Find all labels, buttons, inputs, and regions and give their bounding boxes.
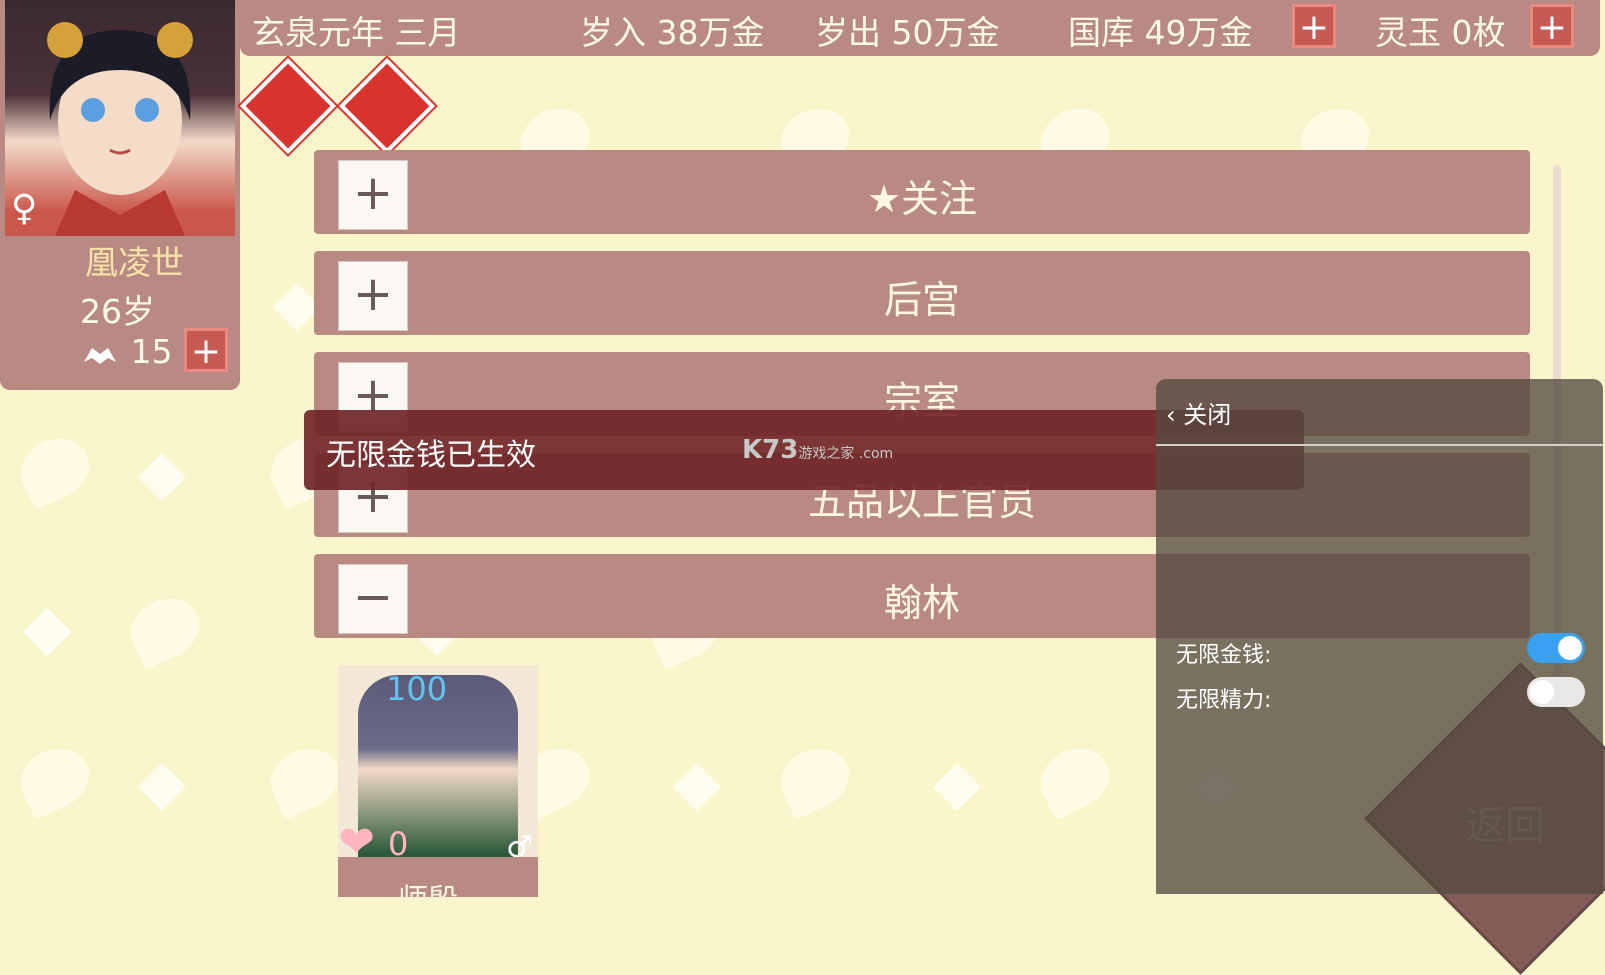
list-row-focus[interactable]: + ★关注: [314, 150, 1530, 234]
toggle-knob: [1558, 636, 1582, 660]
infinite-energy-toggle[interactable]: [1527, 677, 1585, 707]
official-card[interactable]: 100 ❤ 0 ♂ 师殷: [338, 665, 538, 897]
character-name: 凰凌世: [85, 243, 184, 282]
add-jade-button[interactable]: +: [1530, 4, 1574, 48]
character-power: 15: [80, 332, 173, 371]
empress-portrait: ♀: [5, 0, 235, 236]
toast-notification: 无限金钱已生效 K73游戏之家 .com: [304, 410, 1304, 490]
toggle-knob: [1530, 680, 1554, 704]
income-label: 岁入 38万金: [580, 13, 765, 52]
list-row-harem[interactable]: + 后宫: [314, 251, 1530, 335]
favor-value: 100: [386, 670, 448, 708]
expense-label: 岁出 50万金: [815, 13, 1000, 52]
watermark: K73游戏之家 .com: [742, 435, 894, 465]
infinite-money-label: 无限金钱:: [1176, 643, 1272, 668]
infinite-energy-label: 无限精力:: [1176, 688, 1272, 713]
add-power-button[interactable]: +: [184, 328, 228, 372]
close-label: 关闭: [1183, 401, 1232, 429]
jade-label: 灵玉 0枚: [1375, 13, 1506, 52]
chevron-left-icon: ‹: [1166, 401, 1176, 429]
power-value: 15: [130, 332, 173, 371]
row-label: ★关注: [866, 177, 978, 221]
official-name: 师殷: [398, 875, 458, 897]
strength-icon: [80, 339, 120, 369]
cheat-panel-header: ‹ 关闭: [1156, 379, 1603, 446]
player-character-card[interactable]: ♀ 凰凌世 26岁 15 +: [0, 0, 240, 390]
character-age: 26岁: [80, 292, 155, 331]
infinite-money-toggle[interactable]: [1527, 633, 1585, 663]
cheat-panel: ‹ 关闭 无限金钱: 无限精力:: [1156, 379, 1603, 894]
row-label: 后宫: [883, 278, 960, 322]
toast-message: 无限金钱已生效: [326, 438, 536, 473]
female-icon: ♀: [11, 188, 38, 229]
close-cheat-button[interactable]: ‹ 关闭: [1166, 395, 1231, 430]
resource-bar: 玄泉元年 三月 岁入 38万金 岁出 50万金 国库 49万金 + 灵玉 0枚 …: [240, 0, 1600, 56]
treasury-label: 国库 49万金: [1068, 13, 1253, 52]
add-treasury-button[interactable]: +: [1292, 4, 1336, 48]
date-label: 玄泉元年 三月: [252, 13, 461, 52]
